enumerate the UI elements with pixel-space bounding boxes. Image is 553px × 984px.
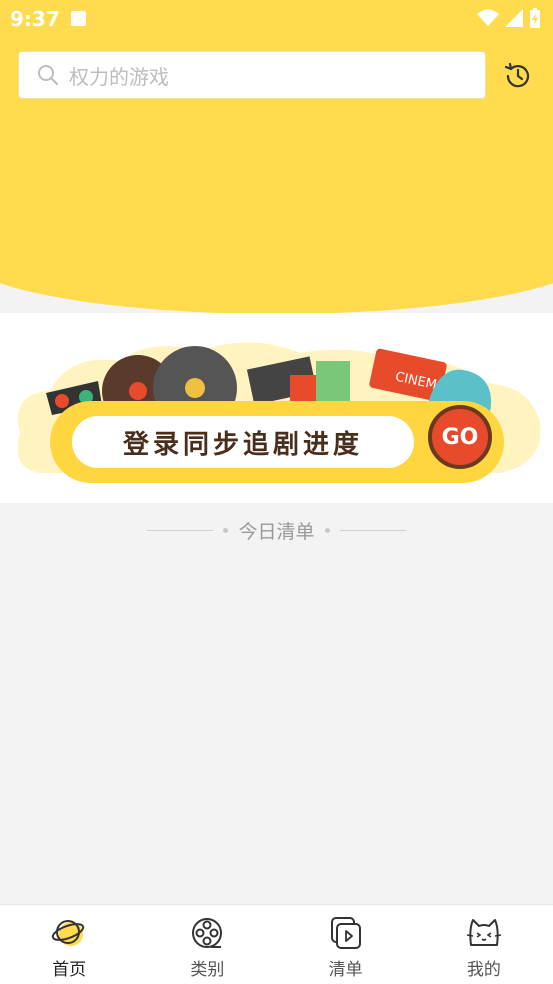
section-title: 今日清单 — [238, 520, 315, 543]
cat-icon — [466, 919, 501, 946]
signal-icon — [505, 9, 523, 27]
tab-label: 类别 — [190, 960, 225, 980]
banner-title: 登录同步追剧进度 — [72, 416, 414, 468]
status-time: 9:37 — [10, 7, 60, 31]
bottom-tab-bar: 首页 类别 清单 我的 — [0, 904, 553, 984]
tab-home[interactable]: 首页 — [0, 905, 138, 984]
tab-category[interactable]: 类别 — [138, 905, 276, 984]
tab-playlist[interactable]: 清单 — [277, 905, 415, 984]
status-bar: 9:37 — [0, 0, 553, 38]
tab-label: 我的 — [466, 960, 501, 980]
search-input[interactable]: 权力的游戏 — [18, 51, 486, 99]
film-reel-icon — [192, 918, 223, 948]
search-icon — [38, 65, 58, 85]
dot-left — [223, 527, 229, 533]
app-notification-icon — [71, 11, 86, 26]
tab-label: 清单 — [328, 960, 363, 980]
go-button[interactable]: GO — [428, 405, 492, 469]
dot-right — [324, 527, 330, 533]
history-icon[interactable] — [502, 60, 534, 92]
today-list-header: 今日清单 — [0, 514, 553, 546]
planet-icon — [51, 920, 85, 946]
divider-left — [147, 529, 214, 531]
tab-mine[interactable]: 我的 — [415, 905, 553, 984]
battery-icon — [530, 8, 540, 28]
playlist-icon — [330, 917, 361, 949]
status-icons — [477, 8, 541, 28]
wifi-icon — [477, 9, 499, 26]
tab-label: 首页 — [52, 960, 87, 980]
search-placeholder: 权力的游戏 — [69, 64, 169, 89]
divider-right — [339, 529, 406, 531]
